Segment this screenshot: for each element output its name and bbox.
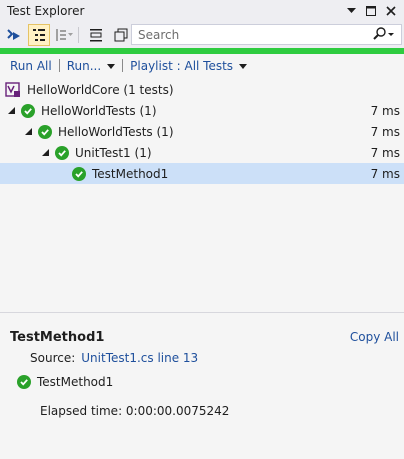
tree-row-time: 7 ms — [370, 103, 400, 118]
details-result: TestMethod1 — [17, 375, 113, 389]
search-box[interactable] — [131, 24, 402, 45]
group-by-icon[interactable] — [53, 24, 75, 46]
tree-row-time: 7 ms — [370, 166, 400, 181]
title-bar: Test Explorer — [0, 0, 404, 22]
details-pane: TestMethod1 Copy All Source: UnitTest1.c… — [0, 313, 404, 459]
tree-row-time: 7 ms — [370, 124, 400, 139]
vs-project-icon — [5, 81, 21, 98]
window-title: Test Explorer — [7, 4, 85, 18]
hierarchy-view-icon[interactable] — [28, 24, 50, 46]
toolbar — [0, 22, 404, 48]
close-icon[interactable] — [384, 4, 398, 18]
check-icon — [55, 145, 69, 160]
action-separator — [122, 59, 124, 72]
tree-row-label: TestMethod1 — [92, 166, 169, 181]
tree-row[interactable]: UnitTest1 (1) 7 ms — [0, 142, 404, 163]
source-link[interactable]: UnitTest1.cs line 13 — [81, 351, 198, 365]
chevron-down-icon — [107, 63, 116, 69]
tree-row[interactable]: HelloWorldTests (1) 7 ms — [0, 121, 404, 142]
check-icon — [72, 166, 86, 181]
result-label: TestMethod1 — [37, 375, 114, 389]
source-label: Source: — [30, 351, 76, 365]
expand-triangle-icon[interactable] — [8, 107, 15, 114]
run-all-link[interactable]: Run All — [10, 59, 52, 73]
copy-all-link[interactable]: Copy All — [350, 330, 399, 344]
maximize-icon[interactable] — [364, 4, 378, 18]
check-icon — [17, 375, 31, 389]
run-menu-label: Run... — [66, 58, 102, 73]
playlist-menu-label: Playlist : All Tests — [130, 58, 234, 73]
tree-row[interactable]: HelloWorldTests (1) 7 ms — [0, 100, 404, 121]
expand-triangle-icon[interactable] — [42, 149, 49, 156]
playlist-icon[interactable] — [85, 24, 107, 46]
search-icon[interactable] — [373, 27, 395, 41]
tree-row-selected[interactable]: TestMethod1 7 ms — [0, 163, 404, 184]
tree-root-label: HelloWorldCore (1 tests) — [27, 82, 174, 97]
run-icon[interactable] — [3, 24, 25, 46]
toolbar-separator — [78, 27, 79, 43]
tree-row-time: 7 ms — [370, 145, 400, 160]
tree-root-row[interactable]: HelloWorldCore (1 tests) — [0, 79, 404, 100]
playlist-menu-link[interactable]: Playlist : All Tests — [130, 58, 248, 73]
details-title: TestMethod1 — [10, 330, 105, 345]
elapsed-time: Elapsed time: 0:00:00.0075242 — [40, 404, 230, 418]
tree-row-label: HelloWorldTests (1) — [41, 103, 157, 118]
run-menu-link[interactable]: Run... — [66, 58, 116, 73]
copy-icon[interactable] — [110, 24, 132, 46]
test-tree: HelloWorldCore (1 tests) HelloWorldTests… — [0, 79, 404, 184]
check-icon — [21, 103, 35, 118]
details-source: Source: UnitTest1.cs line 13 — [30, 351, 198, 365]
search-input[interactable] — [136, 26, 370, 43]
expand-triangle-icon[interactable] — [25, 128, 32, 135]
dropdown-arrow-icon[interactable] — [344, 4, 358, 18]
action-separator — [58, 59, 60, 72]
chevron-down-icon — [239, 63, 248, 69]
tree-row-label: HelloWorldTests (1) — [58, 124, 174, 139]
action-bar: Run All Run... Playlist : All Tests — [0, 54, 404, 77]
check-icon — [38, 124, 52, 139]
window-buttons — [344, 4, 398, 18]
tree-row-label: UnitTest1 (1) — [75, 145, 152, 160]
